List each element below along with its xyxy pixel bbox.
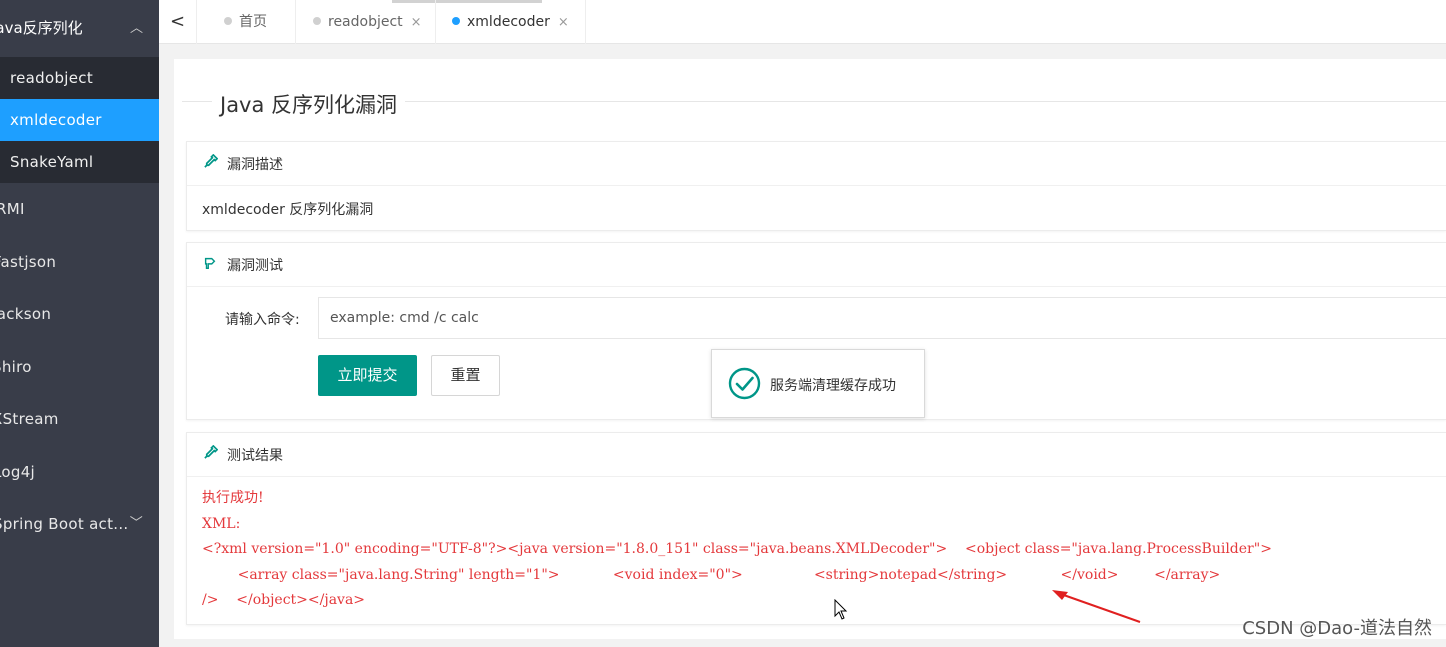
sidebar-item-label: Log4j <box>0 462 36 481</box>
divider <box>182 101 214 102</box>
tab-bar: < 首页 readobject × xmldecoder × <box>159 0 1446 44</box>
card-header: 漏洞测试 <box>187 243 1446 287</box>
watermark: CSDN @Dao-道法自然 <box>1242 618 1432 639</box>
check-circle-icon <box>728 367 761 400</box>
page-title-fieldset: Java 反序列化漏洞 <box>182 89 1446 119</box>
tab-label: 首页 <box>239 14 267 30</box>
card-title: 测试结果 <box>227 448 283 464</box>
annotation-arrow <box>1052 590 1141 623</box>
sidebar-group-java-deserialization[interactable]: Java反序列化 ︿ <box>0 0 159 57</box>
card-header: 测试结果 <box>187 433 1446 477</box>
result-status: 执行成功! <box>202 490 264 506</box>
card-body: xmldecoder 反序列化漏洞 <box>187 186 1446 219</box>
close-icon[interactable]: × <box>411 15 422 30</box>
command-input[interactable]: example: cmd /c calc <box>318 297 1446 339</box>
chevron-left-icon: < <box>169 11 186 32</box>
page-title: Java 反序列化漏洞 <box>212 89 406 119</box>
sidebar-item-label: Shiro <box>0 357 32 376</box>
mouse-cursor-icon <box>834 599 848 620</box>
sidebar-item-label: RMI <box>0 200 25 218</box>
result-xml-line: /> </object></java> <box>202 592 366 608</box>
result-card: 测试结果 执行成功! XML: <?xml version="1.0" enco… <box>186 432 1446 625</box>
sidebar-item-label: Fastjson <box>0 252 57 271</box>
card-header: 漏洞描述 <box>187 142 1446 186</box>
sidebar-item-jackson[interactable]: Jackson <box>0 288 159 341</box>
tab-status-dot <box>313 17 321 25</box>
tab-xmldecoder[interactable]: xmldecoder × <box>436 0 586 44</box>
submit-button[interactable]: 立即提交 <box>318 355 417 396</box>
sidebar-item-rmi[interactable]: RMI <box>0 183 159 236</box>
dropper-icon <box>203 433 219 477</box>
tab-label: readobject <box>328 14 403 30</box>
tab-home[interactable]: 首页 <box>197 0 296 44</box>
chevron-up-icon: ︿ <box>129 21 143 36</box>
tab-status-dot <box>452 17 460 25</box>
result-xml-line: <?xml version="1.0" encoding="UTF-8"?><j… <box>202 541 1272 557</box>
description-text: xmldecoder 反序列化漏洞 <box>202 202 374 218</box>
divider <box>397 101 1446 102</box>
tab-back-button[interactable]: < <box>159 0 197 44</box>
result-xml-label: XML: <box>202 515 241 532</box>
sidebar-item-label: XStream <box>0 410 59 428</box>
sidebar-submenu: readobject xmldecoder SnakeYaml <box>0 57 159 183</box>
close-icon[interactable]: × <box>558 15 569 30</box>
description-card: 漏洞描述 xmldecoder 反序列化漏洞 <box>186 141 1446 231</box>
sidebar-group-label: Java反序列化 <box>0 19 83 37</box>
toast-message: 服务端清理缓存成功 <box>770 378 896 394</box>
sidebar-item-xstream[interactable]: XStream <box>0 393 159 446</box>
card-title: 漏洞测试 <box>227 258 283 274</box>
sidebar-item-label: Spring Boot act... <box>0 515 129 533</box>
command-form-row: 请输入命令: example: cmd /c calc <box>187 297 1446 339</box>
dropper-icon <box>203 142 219 186</box>
sidebar-item-shiro[interactable]: Shiro <box>0 341 159 394</box>
tab-label: xmldecoder <box>467 14 550 30</box>
sidebar: Java反序列化 ︿ readobject xmldecoder SnakeYa… <box>0 0 159 647</box>
tab-readobject[interactable]: readobject × <box>296 0 436 44</box>
sidebar-item-label: Jackson <box>0 305 52 323</box>
tab-status-dot <box>224 17 232 25</box>
sidebar-item-spring-boot-actuator[interactable]: Spring Boot act... ﹀ <box>0 498 159 551</box>
result-xml-line: <array class="java.lang.String" length="… <box>202 566 1221 583</box>
sidebar-item-snakeyaml[interactable]: SnakeYaml <box>0 141 159 183</box>
sidebar-item-log4j[interactable]: Log4j <box>0 446 159 499</box>
pushpin-icon <box>203 243 219 287</box>
sidebar-item-readobject[interactable]: readobject <box>0 57 159 99</box>
reset-button[interactable]: 重置 <box>431 355 500 396</box>
command-label: 请输入命令: <box>225 312 300 328</box>
card-title: 漏洞描述 <box>227 157 283 173</box>
sidebar-item-fastjson[interactable]: Fastjson <box>0 236 159 289</box>
result-output: 执行成功! XML: <?xml version="1.0" encoding=… <box>187 477 1446 614</box>
chevron-down-icon: ﹀ <box>129 516 143 531</box>
success-toast: 服务端清理缓存成功 <box>711 349 925 418</box>
sidebar-item-xmldecoder[interactable]: xmldecoder <box>0 99 159 141</box>
